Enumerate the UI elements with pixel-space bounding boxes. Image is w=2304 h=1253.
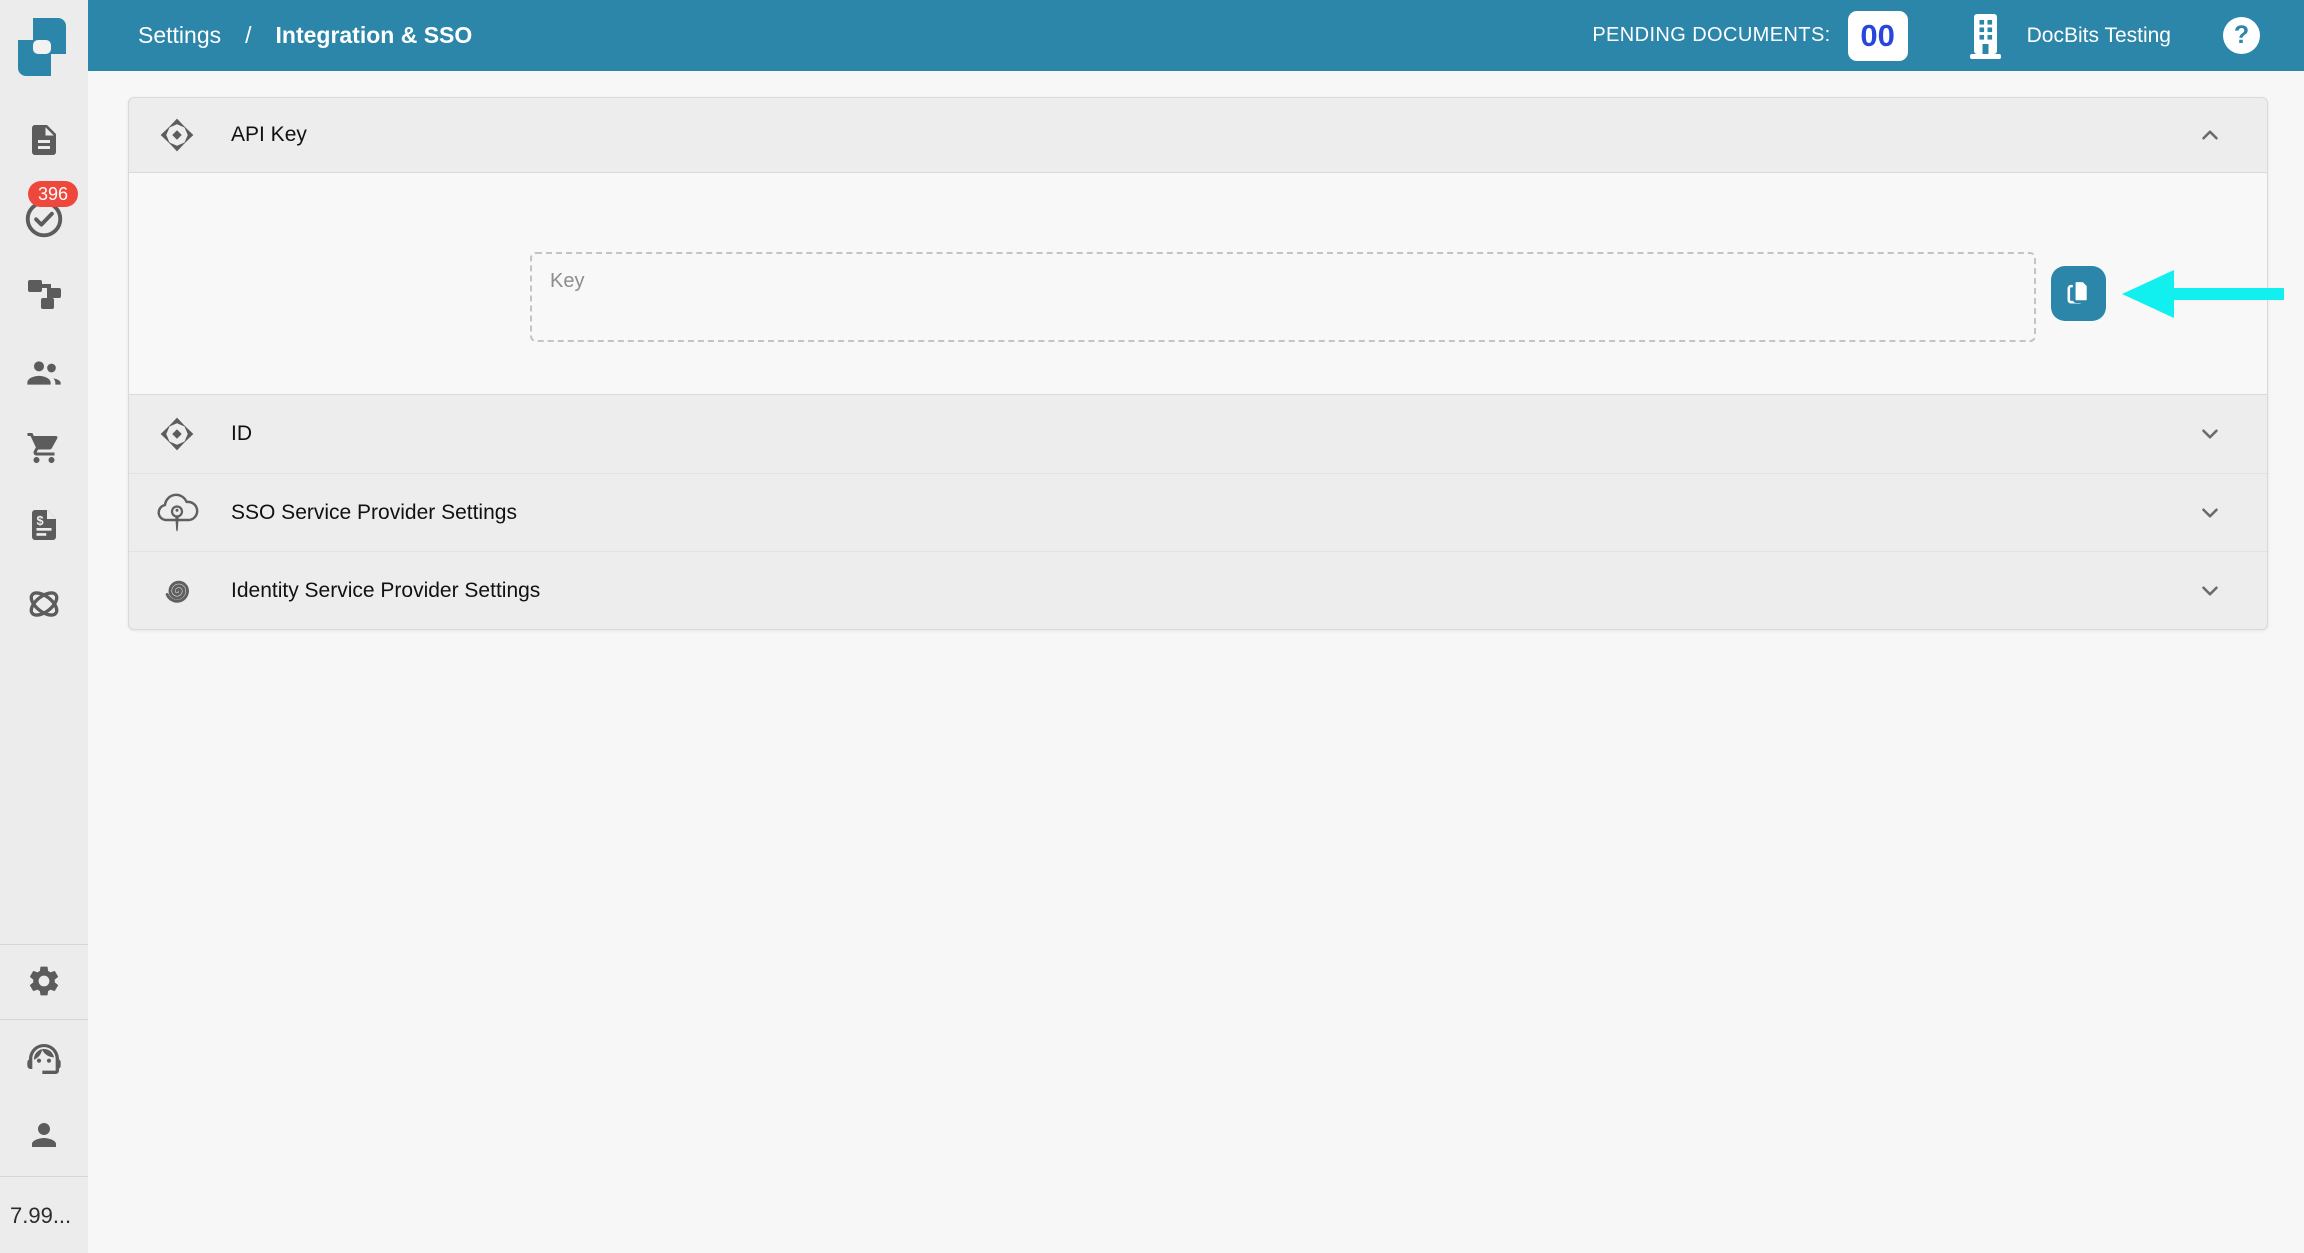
orbit-icon [24,584,64,624]
sidebar-item-org-chart[interactable] [0,276,88,312]
breadcrumb-page-title: Integration & SSO [276,22,473,49]
users-icon [24,353,64,393]
gear-icon [26,963,62,999]
cart-icon [26,430,62,466]
accordion-header-sso[interactable]: SSO Service Provider Settings [129,473,2267,551]
chevron-down-icon [2197,421,2223,447]
sidebar-item-users[interactable] [0,353,88,393]
accordion-label: API Key [231,123,307,147]
accordion-label: Identity Service Provider Settings [231,579,540,603]
accordion-label: SSO Service Provider Settings [231,501,517,525]
accordion-label: ID [231,422,252,446]
headset-icon [24,1039,64,1079]
copy-api-key-button[interactable] [2051,266,2106,321]
org-chart-icon [26,276,62,312]
breadcrumb: Settings / Integration & SSO [138,22,472,49]
top-bar: Settings / Integration & SSO PENDING DOC… [88,0,2304,71]
pending-documents-count: 00 [1848,11,1908,61]
accordion-header-api-key[interactable]: API Key [129,98,2267,172]
sidebar: 396 [0,0,88,1253]
annotation-arrow-left-icon [2122,265,2284,323]
chevron-down-icon [2197,578,2223,604]
app-version: 7.99... [10,1203,71,1229]
chevron-down-icon [2197,500,2223,526]
organization-name[interactable]: DocBits Testing [2027,24,2171,48]
chevron-up-icon [2197,122,2223,148]
api-key-field-label: Key [550,270,584,293]
sidebar-item-integrations[interactable] [0,584,88,624]
sidebar-item-invoices[interactable]: $ [0,507,88,543]
sidebar-item-purchase-orders[interactable] [0,430,88,466]
sidebar-divider [0,1176,88,1177]
integration-sso-panel: API Key Key [128,97,2268,630]
breadcrumb-settings[interactable]: Settings [138,22,221,49]
copy-icon [2064,277,2094,310]
api-key-field[interactable]: Key [530,252,2036,342]
pending-approvals-badge: 396 [28,181,78,207]
sidebar-item-documents[interactable] [0,122,88,158]
accordion-header-identity[interactable]: Identity Service Provider Settings [129,551,2267,629]
api-icon [155,410,199,458]
accordion-header-id[interactable]: ID [129,395,2267,473]
invoice-icon: $ [26,507,62,543]
svg-text:$: $ [37,513,44,528]
person-icon [26,1117,62,1153]
cloud-key-icon [155,489,199,537]
docbits-logo[interactable] [18,18,66,76]
document-icon [26,122,62,158]
help-button[interactable]: ? [2223,17,2260,54]
sidebar-item-profile[interactable] [0,1117,88,1153]
api-icon [155,111,199,159]
pending-documents-label: PENDING DOCUMENTS: [1592,24,1830,47]
sidebar-item-support[interactable] [0,1039,88,1079]
building-icon [1970,13,2001,59]
fingerprint-icon [155,567,199,615]
sidebar-item-settings[interactable] [0,963,88,999]
sidebar-divider [0,1019,88,1020]
sidebar-divider [0,944,88,945]
api-key-panel-body: Key [129,172,2267,395]
breadcrumb-separator: / [245,22,251,49]
